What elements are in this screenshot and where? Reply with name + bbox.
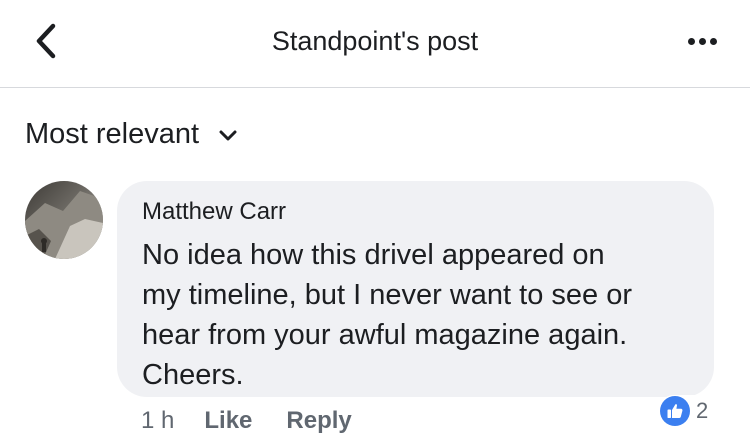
reaction-count: 2 — [696, 398, 709, 423]
top-navigation-bar: Standpoint's post — [0, 0, 750, 88]
avatar-photo — [25, 181, 103, 259]
sort-label: Most relevant — [25, 118, 200, 150]
avatar[interactable] — [25, 181, 103, 259]
like-button[interactable]: Like — [204, 404, 252, 438]
sort-selector[interactable]: Most relevant — [25, 115, 237, 153]
comment-author[interactable]: Matthew Carr — [142, 197, 690, 227]
chevron-down-icon — [219, 130, 237, 141]
comment-timestamp: 1 h — [141, 407, 175, 434]
comment-actions: 1 h Like Reply — [141, 404, 386, 438]
like-thumb-icon — [660, 396, 690, 426]
reply-button[interactable]: Reply — [286, 404, 351, 438]
comment-bubble: Matthew Carr No idea how this drivel app… — [117, 181, 714, 397]
comment-text: No idea how this drivel appeared on my t… — [142, 239, 632, 391]
page-title: Standpoint's post — [271, 26, 479, 56]
more-options-button[interactable] — [678, 22, 726, 60]
more-dots-icon — [686, 32, 719, 50]
reaction-summary[interactable]: 2 — [658, 395, 713, 427]
